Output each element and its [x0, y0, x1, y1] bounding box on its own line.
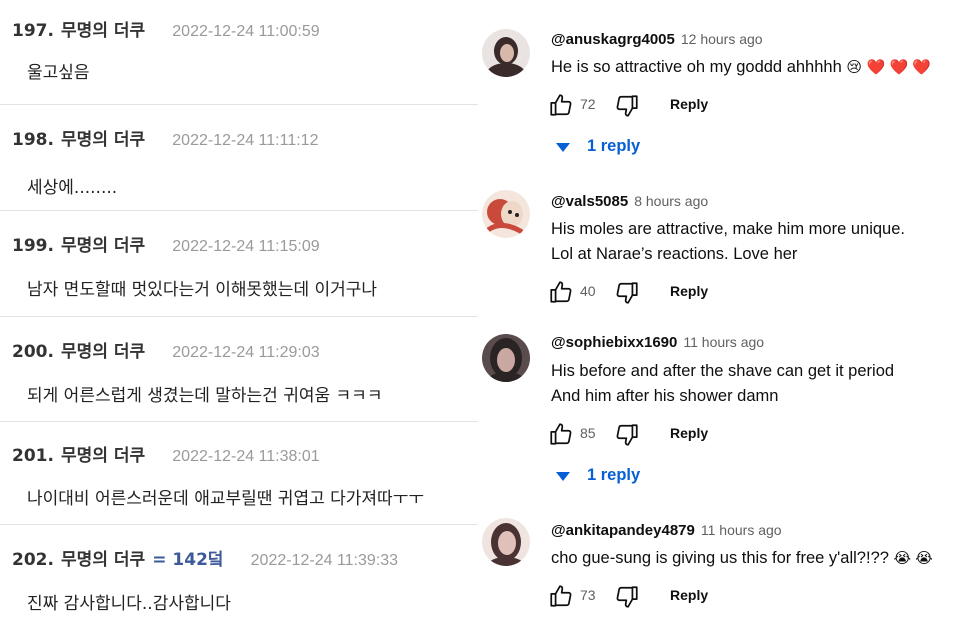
sob-emoji-icon: 😭 😭 — [893, 550, 933, 567]
youtube-comment: @vals5085 8 hours ago His moles are attra… — [478, 180, 960, 322]
comment-timestamp: 2022-12-24 11:39:33 — [250, 552, 399, 569]
reply-button[interactable]: Reply — [670, 96, 708, 112]
comment-item: 201. 무명의 더쿠 2022-12-24 11:38:01 나이대비 어른스… — [0, 422, 478, 525]
caret-down-icon — [556, 143, 570, 152]
comment-number: 200. — [12, 342, 54, 362]
reply-button[interactable]: Reply — [670, 283, 708, 299]
comment-line: And him after his shower damn — [551, 387, 779, 405]
like-count: 72 — [580, 96, 596, 112]
time-ago[interactable]: 12 hours ago — [681, 31, 763, 47]
reply-button[interactable]: Reply — [670, 587, 708, 603]
comment-nickname[interactable]: 무명의 더쿠 — [61, 130, 145, 150]
comment-header: 200. 무명의 더쿠 2022-12-24 11:29:03 — [12, 337, 320, 362]
comment-number: 201. — [12, 446, 54, 466]
dislike-icon[interactable] — [614, 93, 640, 119]
like-count: 73 — [580, 587, 596, 603]
comment-header: 198. 무명의 더쿠 2022-12-24 11:11:12 — [12, 125, 318, 150]
time-ago[interactable]: 11 hours ago — [701, 522, 782, 538]
avatar[interactable] — [482, 334, 530, 382]
channel-handle[interactable]: @anuskagrg4005 — [551, 31, 675, 48]
comment-text: He is so attractive oh my goddd ahhhhh 😢… — [551, 55, 931, 80]
channel-handle[interactable]: @ankitapandey4879 — [551, 522, 695, 539]
comment-number: 202. — [12, 550, 54, 570]
time-ago[interactable]: 11 hours ago — [683, 334, 764, 350]
comment-header: 202. 무명의 더쿠 = 142덬 2022-12-24 11:39:33 — [12, 545, 398, 570]
comment-header: @anuskagrg4005 12 hours ago — [551, 31, 763, 49]
comment-item: 202. 무명의 더쿠 = 142덬 2022-12-24 11:39:33 진… — [0, 525, 478, 629]
korean-comment-list: 197. 무명의 더쿠 2022-12-24 11:00:59 울고싶음 198… — [0, 0, 478, 629]
comment-item: 198. 무명의 더쿠 2022-12-24 11:11:12 세상에.....… — [0, 105, 478, 211]
dislike-icon[interactable] — [614, 422, 640, 448]
comment-number: 197. — [12, 21, 54, 41]
comment-number: 198. — [12, 130, 54, 150]
replies-label[interactable]: 1 reply — [587, 466, 640, 485]
youtube-comment-list: @anuskagrg4005 12 hours ago He is so attr… — [478, 0, 960, 629]
channel-handle[interactable]: @sophiebixx1690 — [551, 334, 677, 351]
comment-text: 되게 어른스럽게 생겼는데 말하는건 귀여움 ㅋㅋㅋ — [27, 386, 383, 406]
comment-timestamp: 2022-12-24 11:00:59 — [172, 23, 320, 40]
comment-nickname[interactable]: 무명의 더쿠 — [61, 342, 145, 362]
comment-header: @vals5085 8 hours ago — [551, 193, 708, 211]
replies-label[interactable]: 1 reply — [587, 137, 640, 156]
dislike-icon[interactable] — [614, 280, 640, 306]
comment-timestamp: 2022-12-24 11:11:12 — [172, 132, 319, 149]
like-icon[interactable] — [548, 92, 574, 118]
comment-header: 201. 무명의 더쿠 2022-12-24 11:38:01 — [12, 441, 320, 466]
comment-timestamp: 2022-12-24 11:15:09 — [172, 238, 320, 255]
comment-text: His before and after the shave can get i… — [551, 359, 894, 409]
comment-header: @ankitapandey4879 11 hours ago — [551, 522, 782, 540]
comment-line: cho gue-sung is giving us this for free … — [551, 549, 889, 567]
like-icon[interactable] — [548, 421, 574, 447]
comment-text: 울고싶음 — [27, 63, 90, 83]
youtube-comment: @anuskagrg4005 12 hours ago He is so attr… — [478, 0, 960, 180]
like-icon[interactable] — [548, 583, 574, 609]
comment-line: His before and after the shave can get i… — [551, 362, 895, 380]
comment-item: 200. 무명의 더쿠 2022-12-24 11:29:03 되게 어른스럽게… — [0, 317, 478, 422]
like-count: 85 — [580, 425, 596, 441]
comment-text: 진짜 감사합니다..감사합니다 — [27, 594, 231, 614]
comment-header: @sophiebixx1690 11 hours ago — [551, 334, 764, 352]
channel-handle[interactable]: @vals5085 — [551, 193, 628, 210]
comment-line: He is so attractive oh my goddd ahhhhh — [551, 58, 842, 76]
comment-text: 나이대비 어른스러운데 애교부릴땐 귀엽고 다가져따ㅜㅜ — [27, 489, 424, 509]
comment-number: 199. — [12, 236, 54, 256]
comment-text: His moles are attractive, make him more … — [551, 217, 905, 267]
comment-item: 197. 무명의 더쿠 2022-12-24 11:00:59 울고싶음 — [0, 0, 478, 105]
comment-text: cho gue-sung is giving us this for free … — [551, 546, 933, 571]
youtube-comment: @ankitapandey4879 11 hours ago cho gue-su… — [478, 502, 960, 629]
youtube-comment: @sophiebixx1690 11 hours ago His before a… — [478, 322, 960, 502]
comment-line: His moles are attractive, make him more … — [551, 220, 905, 238]
like-count: 40 — [580, 283, 596, 299]
dislike-icon[interactable] — [614, 584, 640, 610]
comment-header: 199. 무명의 더쿠 2022-12-24 11:15:09 — [12, 231, 320, 256]
avatar[interactable] — [482, 29, 530, 77]
reply-count-badge[interactable]: = 142덬 — [152, 550, 223, 570]
comment-header: 197. 무명의 더쿠 2022-12-24 11:00:59 — [12, 16, 320, 41]
comment-timestamp: 2022-12-24 11:38:01 — [172, 448, 320, 465]
comment-nickname[interactable]: 무명의 더쿠 — [61, 446, 145, 466]
heart-emoji-icon: ❤️ ❤️ ❤️ — [866, 59, 931, 76]
comment-text: 세상에........ — [27, 178, 118, 198]
comment-nickname[interactable]: 무명의 더쿠 — [61, 236, 145, 256]
reply-button[interactable]: Reply — [670, 425, 708, 441]
comment-text: 남자 면도할때 멋있다는거 이해못했는데 이거구나 — [27, 280, 378, 300]
like-icon[interactable] — [548, 279, 574, 305]
avatar[interactable] — [482, 518, 530, 566]
comment-timestamp: 2022-12-24 11:29:03 — [172, 344, 320, 361]
crying-emoji-icon: 😢 — [846, 59, 862, 76]
avatar[interactable] — [482, 190, 530, 238]
comment-nickname[interactable]: 무명의 더쿠 — [61, 550, 145, 570]
comment-nickname[interactable]: 무명의 더쿠 — [61, 21, 145, 41]
caret-down-icon — [556, 472, 570, 481]
comment-item: 199. 무명의 더쿠 2022-12-24 11:15:09 남자 면도할때 … — [0, 211, 478, 317]
time-ago[interactable]: 8 hours ago — [634, 193, 708, 209]
comment-line: Lol at Narae’s reactions. Love her — [551, 245, 798, 263]
